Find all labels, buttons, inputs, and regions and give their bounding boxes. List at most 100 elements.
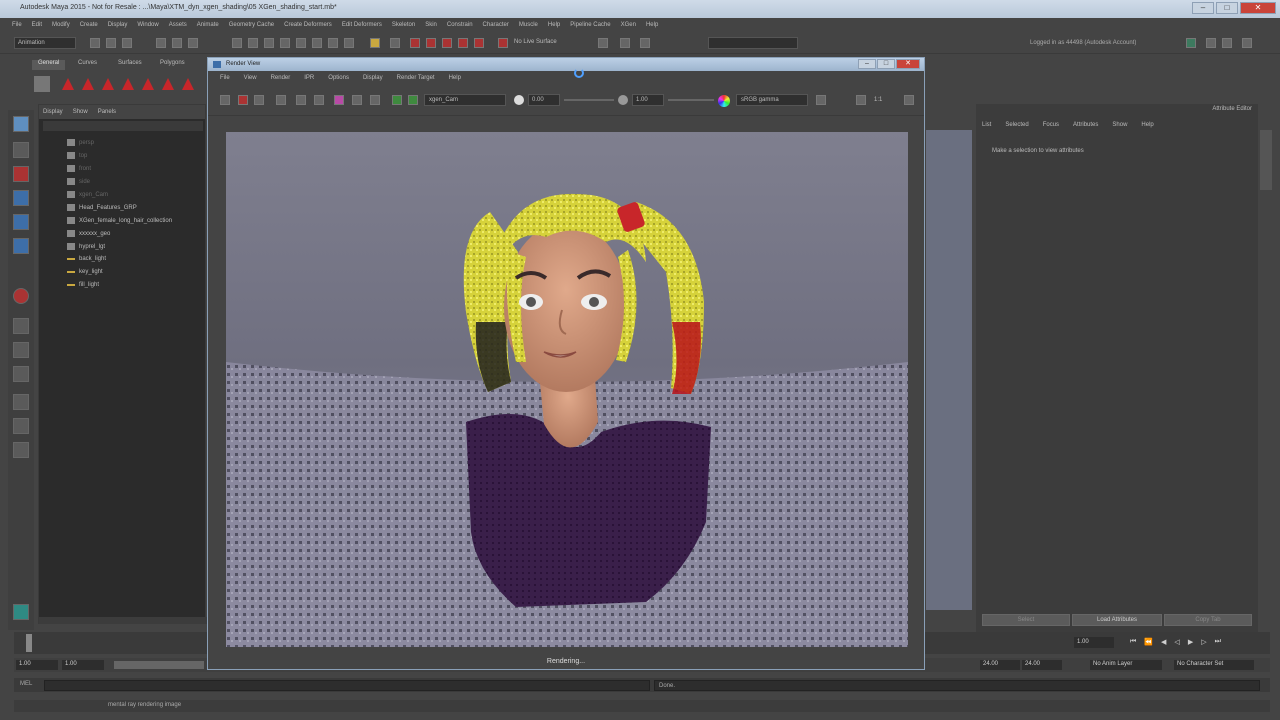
menu-help[interactable]: Help: [548, 22, 560, 28]
numeric-input-icon[interactable]: [640, 38, 650, 48]
menu-window[interactable]: Window: [137, 22, 158, 28]
menu-muscle[interactable]: Muscle: [519, 22, 538, 28]
select-tool-icon[interactable]: [13, 116, 29, 132]
render-current-icon[interactable]: [344, 38, 354, 48]
outliner-item[interactable]: key_light: [67, 269, 103, 275]
outliner-item[interactable]: persp: [67, 139, 94, 146]
pause-icon[interactable]: [856, 95, 866, 105]
character-set-dropdown[interactable]: No Character Set: [1174, 660, 1254, 670]
gamma-field[interactable]: 1.00: [632, 94, 664, 106]
menu-display[interactable]: Display: [108, 22, 128, 28]
render-region-icon[interactable]: [442, 38, 452, 48]
rv-close-button[interactable]: ✕: [896, 59, 920, 69]
new-scene-icon[interactable]: [90, 38, 100, 48]
shelf-tab-curves[interactable]: Curves: [72, 60, 103, 70]
xgen-preview-icon[interactable]: [160, 76, 176, 92]
outliner-item[interactable]: xgen_Cam: [67, 191, 108, 198]
menu-create-deformers[interactable]: Create Deformers: [284, 22, 332, 28]
select-button[interactable]: Select: [982, 614, 1070, 626]
display-alpha-icon[interactable]: [352, 95, 362, 105]
rv-menu-display[interactable]: Display: [363, 75, 383, 81]
xgen-brush-icon[interactable]: [100, 76, 116, 92]
render-frame-icon[interactable]: [426, 38, 436, 48]
render-view-icon[interactable]: [458, 38, 468, 48]
lasso-tool-icon[interactable]: [13, 142, 29, 158]
menu-create[interactable]: Create: [80, 22, 98, 28]
outliner-item[interactable]: XGen_female_long_hair_collection: [67, 217, 172, 224]
snap-point-icon[interactable]: [264, 38, 274, 48]
exposure-field[interactable]: 0.00: [528, 94, 560, 106]
shelf-tab-general[interactable]: General: [32, 60, 66, 70]
rv-menu-file[interactable]: File: [220, 75, 230, 81]
select-hierarchy-icon[interactable]: [156, 38, 166, 48]
lightbulb-icon[interactable]: [370, 38, 380, 48]
outliner-item[interactable]: side: [67, 178, 90, 185]
outliner-layout-icon[interactable]: [13, 442, 29, 458]
menu-edit[interactable]: Edit: [32, 22, 42, 28]
menu-set-dropdown[interactable]: Animation: [14, 37, 76, 49]
menu-xgen[interactable]: XGen: [621, 22, 636, 28]
menu-skeleton[interactable]: Skeleton: [392, 22, 415, 28]
camera-dropdown[interactable]: xgen_Cam: [424, 94, 506, 106]
maximize-button[interactable]: □: [1216, 2, 1238, 14]
menu-constrain[interactable]: Constrain: [447, 22, 473, 28]
open-scene-icon[interactable]: [106, 38, 116, 48]
rv-minimize-button[interactable]: –: [858, 59, 876, 69]
last-tool-icon[interactable]: [13, 288, 29, 304]
ae-menu-focus[interactable]: Focus: [1043, 122, 1059, 128]
menu-assets[interactable]: Assets: [169, 22, 187, 28]
xgen-render-icon[interactable]: [180, 76, 196, 92]
snap-grid-icon[interactable]: [232, 38, 242, 48]
render-region-icon[interactable]: [238, 95, 248, 105]
rv-menu-view[interactable]: View: [244, 75, 257, 81]
outliner-item[interactable]: hyprel_lgt: [67, 243, 105, 250]
outliner-menu-panels[interactable]: Panels: [98, 109, 116, 115]
xgen-guide-icon[interactable]: [80, 76, 96, 92]
close-button[interactable]: ✕: [1240, 2, 1276, 14]
command-input[interactable]: [44, 680, 650, 691]
shelf-tab-polygons[interactable]: Polygons: [154, 60, 191, 70]
toggle-attribute-editor-icon[interactable]: [1206, 38, 1216, 48]
outliner-item[interactable]: Head_Features_GRP: [67, 204, 137, 211]
render-ipr-icon[interactable]: [410, 38, 420, 48]
outliner-filter-field[interactable]: [43, 121, 203, 131]
outliner-item[interactable]: xxxxxx_geo: [67, 230, 110, 237]
menu-file[interactable]: File: [12, 22, 22, 28]
display-real-size-icon[interactable]: [370, 95, 380, 105]
rendered-image[interactable]: [226, 132, 908, 647]
toggle-modeling-toolkit-icon[interactable]: [1186, 38, 1196, 48]
xgen-comb-icon[interactable]: [120, 76, 136, 92]
ae-menu-attributes[interactable]: Attributes: [1073, 122, 1098, 128]
redo-previous-render-icon[interactable]: [220, 95, 230, 105]
snap-curve-icon[interactable]: [248, 38, 258, 48]
outliner-item[interactable]: fill_light: [67, 282, 99, 288]
menu-pipeline-cache[interactable]: Pipeline Cache: [570, 22, 610, 28]
shelf-settings-icon[interactable]: [34, 76, 50, 92]
shelf-tab-surfaces[interactable]: Surfaces: [112, 60, 148, 70]
menu-edit-deformers[interactable]: Edit Deformers: [342, 22, 382, 28]
minimize-button[interactable]: –: [1192, 2, 1214, 14]
color-management-icon[interactable]: [718, 95, 730, 107]
outliner-menu-display[interactable]: Display: [43, 109, 63, 115]
range-start-field[interactable]: 1.00: [62, 660, 104, 670]
hypershade-layout-icon[interactable]: [13, 418, 29, 434]
outliner-item[interactable]: back_light: [67, 256, 106, 262]
ipr-stop-icon[interactable]: [314, 95, 324, 105]
numeric-input-field[interactable]: [708, 37, 798, 49]
single-perspective-layout-icon[interactable]: [13, 318, 29, 334]
save-scene-icon[interactable]: [122, 38, 132, 48]
persp-graph-layout-icon[interactable]: [13, 394, 29, 410]
ipr-render-icon[interactable]: [296, 95, 306, 105]
end-time-field[interactable]: 24.00: [1022, 660, 1062, 670]
step-back-icon[interactable]: ◀: [1161, 638, 1166, 646]
keep-image-icon[interactable]: [392, 95, 402, 105]
menu-skin[interactable]: Skin: [425, 22, 437, 28]
snapshot-icon[interactable]: [254, 95, 264, 105]
menu-character[interactable]: Character: [483, 22, 509, 28]
snap-live-icon[interactable]: [296, 38, 306, 48]
construction-history-icon[interactable]: [328, 38, 338, 48]
xgen-cut-icon[interactable]: [140, 76, 156, 92]
go-to-end-icon[interactable]: ⏭: [1215, 638, 1221, 646]
toggle-channel-box-icon[interactable]: [1242, 38, 1252, 48]
move-tool-icon[interactable]: [13, 190, 29, 206]
